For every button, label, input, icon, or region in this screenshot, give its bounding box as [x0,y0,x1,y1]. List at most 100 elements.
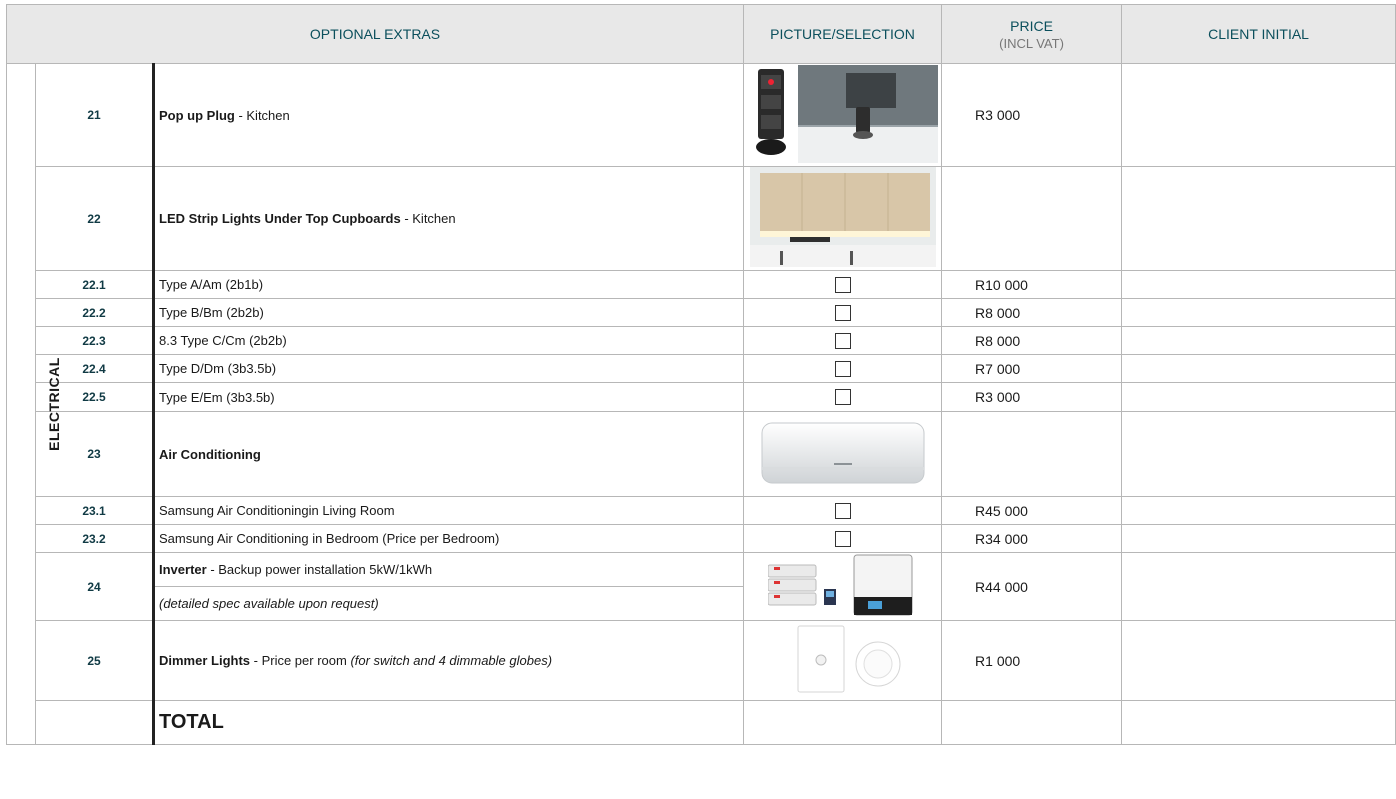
item-number: 25 [35,620,154,701]
dimmer-switch-photo [743,620,943,701]
header-price: PRICE (INCL VAT) [941,4,1123,64]
client-initial-cell[interactable] [1121,166,1396,271]
client-initial-cell[interactable] [1121,326,1396,355]
selection-checkbox[interactable] [834,304,851,321]
item-number: 23.1 [35,496,154,525]
item-number: 23.2 [35,524,154,553]
item-description: LED Strip Lights Under Top Cupboards - K… [151,166,745,271]
item-price: R8 000 [941,298,1123,327]
item-price: R7 000 [941,354,1123,383]
client-initial-cell[interactable] [1121,63,1396,167]
category-label: ELECTRICAL [45,357,62,451]
selection-checkbox[interactable] [834,502,851,519]
client-initial-cell[interactable] [1121,524,1396,553]
item-note: (detailed spec available upon request) [151,586,745,621]
header-row: OPTIONAL EXTRAS PICTURE/SELECTION PRICE … [5,4,1396,64]
selection-checkbox[interactable] [834,389,851,406]
selection-cell [743,270,943,299]
table-row: 25 Dimmer Lights - Price per room (for s… [7,620,1396,701]
client-initial-cell[interactable] [1121,382,1396,412]
table-row: 22.2 Type B/Bm (2b2b) R8 000 [7,298,1396,327]
optional-extras-sheet: OPTIONAL EXTRAS PICTURE/SELECTION PRICE … [5,4,1396,745]
selection-checkbox[interactable] [834,276,851,293]
total-label: TOTAL [151,700,745,745]
total-initial-cell[interactable] [1121,700,1396,745]
item-price: R10 000 [941,270,1123,299]
selection-checkbox[interactable] [834,332,851,349]
item-description: 8.3 Type C/Cm (2b2b) [151,326,745,355]
table-row: 22 LED Strip Lights Under Top Cupboards … [7,166,1396,271]
led-strip-image [749,167,936,267]
item-price: R3 000 [941,382,1123,412]
client-initial-cell[interactable] [1121,298,1396,327]
selection-cell [743,496,943,525]
pop-up-plug-photo [743,63,943,167]
item-suffix: - Kitchen [400,211,456,226]
inverter-battery-photo [743,552,943,621]
item-description: Type D/Dm (3b3.5b) [151,354,745,383]
client-initial-cell[interactable] [1121,411,1396,497]
inverter-image [767,554,913,616]
selection-checkbox[interactable] [834,530,851,547]
item-description: Samsung Air Conditioningin Living Room [151,496,745,525]
client-initial-cell[interactable] [1121,270,1396,299]
item-title: Air Conditioning [159,446,261,462]
selection-cell [743,382,943,412]
item-price [941,411,1123,497]
client-initial-cell[interactable] [1121,496,1396,525]
item-number: 22 [35,166,154,271]
air-conditioner-photo [743,411,943,497]
table-row: 23.1 Samsung Air Conditioningin Living R… [7,496,1396,525]
selection-cell [743,524,943,553]
item-description: Samsung Air Conditioning in Bedroom (Pri… [151,524,745,553]
item-number: 22.3 [35,326,154,355]
item-note-text: (detailed spec available upon request) [159,596,379,611]
air-conditioner-image [761,422,925,483]
item-description: Type A/Am (2b1b) [151,270,745,299]
table-row: 22.4 Type D/Dm (3b3.5b) R7 000 [7,354,1396,383]
client-initial-cell[interactable] [1121,354,1396,383]
item-price: R44 000 [941,552,1123,621]
item-note-text: (for switch and 4 dimmable globes) [350,653,553,668]
item-suffix: - Backup power installation 5kW/1kWh [206,562,433,577]
table-row: 22.3 8.3 Type C/Cm (2b2b) R8 000 [7,326,1396,355]
item-price: R45 000 [941,496,1123,525]
item-price: R8 000 [941,326,1123,355]
table-row: 24 Inverter - Backup power installation … [7,552,1396,621]
table-row: 22.1 Type A/Am (2b1b) R10 000 [7,270,1396,299]
table-row: 23.2 Samsung Air Conditioning in Bedroom… [7,524,1396,553]
client-initial-cell[interactable] [1121,552,1396,621]
item-price [941,166,1123,271]
optional-extras-table: OPTIONAL EXTRAS PICTURE/SELECTION PRICE … [5,4,1396,745]
total-picture-cell [743,700,943,745]
header-optional-extras: OPTIONAL EXTRAS [5,4,745,64]
selection-cell [743,326,943,355]
selection-checkbox[interactable] [834,360,851,377]
item-title: Pop up Plug [159,107,235,123]
total-number-cell [35,700,154,745]
pop-up-plug-image [747,64,938,163]
dimmer-image [797,625,901,693]
table-row: 23 Air Conditioning [7,411,1396,497]
item-number: 22.2 [35,298,154,327]
header-picture-selection: PICTURE/SELECTION [743,4,943,64]
table-row: 22.5 Type E/Em (3b3.5b) R3 000 [7,382,1396,412]
item-description: Dimmer Lights - Price per room (for swit… [151,620,745,701]
item-title: LED Strip Lights Under Top Cupboards [159,211,401,226]
selection-cell [743,298,943,327]
item-suffix: - Price per room [250,653,351,668]
item-number: 21 [35,63,154,167]
item-number: 24 [35,552,154,621]
item-description: Inverter - Backup power installation 5kW… [151,552,745,587]
item-title: Dimmer Lights [159,653,251,668]
table-row: ELECTRICAL 21 Pop up Plug - Kitchen R3 0… [6,63,1396,745]
header-price-label: PRICE [1010,17,1053,34]
client-initial-cell[interactable] [1121,620,1396,701]
header-price-sub: (INCL VAT) [999,35,1064,51]
item-description: Type B/Bm (2b2b) [151,298,745,327]
item-number: 22.1 [35,270,154,299]
item-title: Inverter [159,562,207,577]
category-cell: ELECTRICAL [6,63,62,745]
item-description: Air Conditioning [151,411,745,497]
item-description: Pop up Plug - Kitchen [151,63,745,167]
